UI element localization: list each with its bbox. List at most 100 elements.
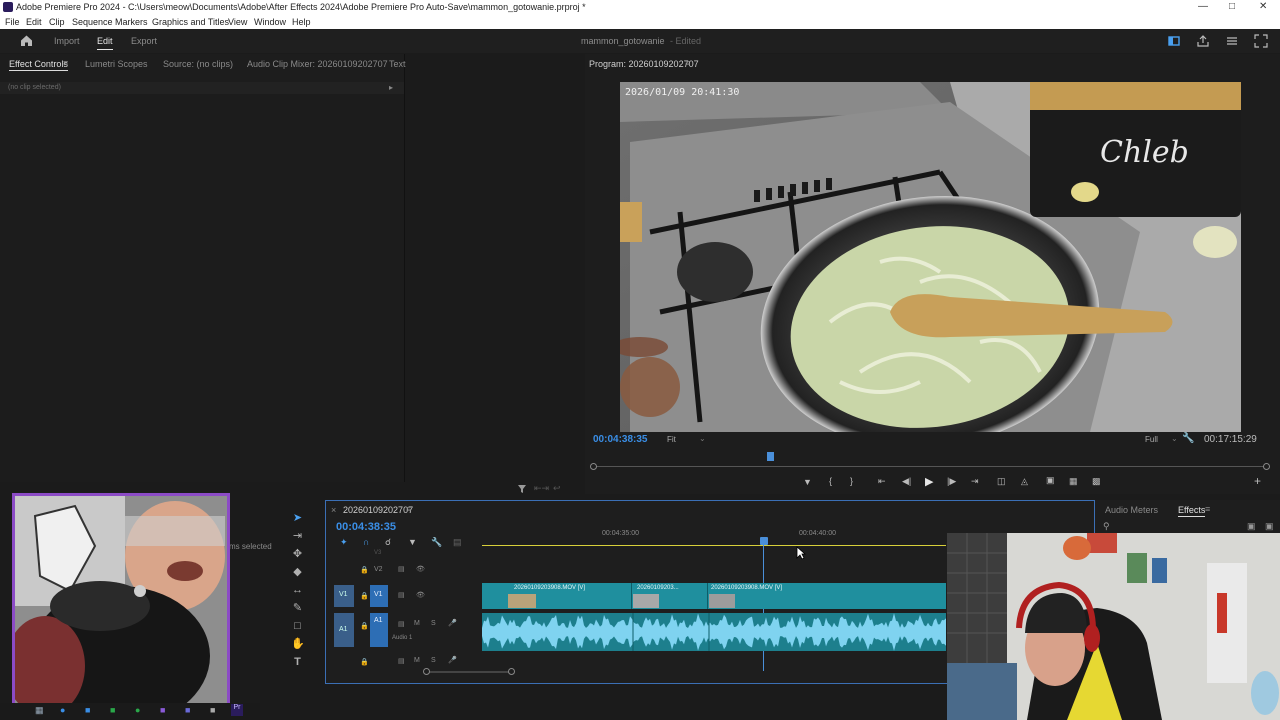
step-forward-icon[interactable]: |▶ — [947, 476, 956, 487]
tab-source[interactable]: Source: (no clips) — [163, 59, 233, 69]
mark-out-icon[interactable]: } — [850, 476, 853, 486]
panel-menu-icon[interactable]: ≡ — [63, 58, 68, 68]
export-frame-icon[interactable]: ▣ — [1046, 475, 1055, 486]
minimize-icon[interactable]: — — [1198, 1, 1208, 12]
resolution-chevron-icon[interactable]: ⌄ — [1171, 434, 1178, 443]
taskbar-app-icon[interactable]: ■ — [110, 705, 115, 715]
comparison-view-icon[interactable]: ▦ — [1069, 476, 1078, 487]
maximize-icon[interactable]: □ — [1229, 1, 1235, 12]
sync-lock-icon[interactable]: ▤ — [398, 565, 405, 573]
go-to-in-icon[interactable]: ⇤ — [878, 476, 886, 487]
hand-tool-icon[interactable]: ✋ — [291, 638, 305, 651]
selection-tool-icon[interactable]: ➤ — [291, 512, 304, 525]
taskbar-app-icon[interactable]: ● — [135, 705, 140, 715]
tab-effect-controls[interactable]: Effect Controls — [9, 59, 68, 71]
menu-window[interactable]: Window — [254, 17, 286, 27]
taskbar-app-icon[interactable]: ■ — [210, 705, 215, 715]
program-playhead[interactable] — [767, 452, 774, 461]
share-icon[interactable] — [1197, 35, 1209, 47]
tab-import[interactable]: Import — [54, 36, 80, 46]
add-marker-timeline-icon[interactable]: ▼ — [408, 537, 417, 547]
menu-edit[interactable]: Edit — [26, 17, 42, 27]
track-a1-target[interactable]: A1 — [370, 613, 388, 647]
menu-markers[interactable]: Markers — [115, 17, 148, 27]
play-audio-icon[interactable]: ⇤⇥ — [534, 483, 549, 494]
captions-icon[interactable]: ▤ — [453, 537, 462, 548]
work-area-bar[interactable] — [482, 545, 946, 546]
solo-button[interactable]: S — [431, 657, 436, 664]
track-select-tool-icon[interactable]: ⇥ — [291, 530, 304, 543]
video-clip[interactable]: 20260109203... — [633, 583, 708, 609]
tab-audio-clip-mixer[interactable]: Audio Clip Mixer: 20260109202707 — [247, 59, 388, 69]
video-clip[interactable]: 20260109203908.MOV [V] — [709, 583, 946, 609]
slip-tool-icon[interactable]: ↔ — [291, 584, 304, 597]
source-patch-a1[interactable]: A1 — [334, 613, 354, 647]
close-icon[interactable]: ✕ — [1259, 1, 1267, 12]
mute-button[interactable]: M — [414, 657, 420, 664]
track-v1-target[interactable]: V1 — [370, 585, 388, 607]
audio-track-a1[interactable] — [482, 613, 946, 651]
taskbar-app-icon[interactable]: ● — [60, 705, 65, 715]
solo-button[interactable]: S — [431, 620, 436, 627]
scrub-track[interactable] — [593, 466, 1267, 467]
scrub-start-handle[interactable] — [590, 463, 597, 470]
timeline-timecode[interactable]: 00:04:38:35 — [336, 521, 396, 533]
new-bin-icon[interactable]: ▣ — [1247, 521, 1256, 532]
lock-icon[interactable]: 🔒 — [360, 566, 369, 574]
new-item-icon[interactable]: ▣ — [1265, 521, 1274, 532]
search-icon[interactable]: ⚲ — [1103, 521, 1110, 532]
eye-icon[interactable]: 👁 — [416, 565, 425, 573]
sequence-menu-icon[interactable]: ≡ — [406, 504, 411, 514]
pen-tool-icon[interactable]: ✎ — [291, 602, 304, 615]
ripple-edit-tool-icon[interactable]: ✥ — [291, 548, 304, 561]
add-marker-icon[interactable]: ▼ — [803, 477, 812, 487]
zoom-chevron-icon[interactable]: ⌄ — [699, 434, 706, 443]
menu-sequence[interactable]: Sequence — [72, 17, 113, 27]
zoom-handle-left[interactable] — [423, 668, 430, 675]
lock-icon[interactable]: 🔒 — [360, 622, 369, 630]
menu-help[interactable]: Help — [292, 17, 311, 27]
sync-lock-icon[interactable]: ▤ — [398, 591, 405, 599]
lock-icon[interactable]: 🔒 — [360, 592, 369, 600]
tab-edit[interactable]: Edit — [97, 36, 113, 50]
linked-selection-icon[interactable]: ☌ — [385, 537, 391, 548]
eye-icon[interactable]: 👁 — [416, 591, 425, 599]
tab-lumetri-scopes[interactable]: Lumetri Scopes — [85, 59, 148, 69]
menu-view[interactable]: View — [228, 17, 247, 27]
type-tool-icon[interactable]: T — [291, 656, 304, 669]
timeline-settings-icon[interactable]: 🔧 — [431, 537, 442, 548]
voiceover-mic-icon[interactable]: 🎤 — [448, 656, 457, 664]
play-icon[interactable]: ▶ — [925, 475, 933, 488]
tab-audio-meters[interactable]: Audio Meters — [1105, 505, 1158, 515]
lift-icon[interactable]: ◫ — [997, 476, 1006, 487]
settings-wrench-icon[interactable]: 🔧 — [1182, 433, 1194, 444]
taskbar-premiere-icon[interactable]: Pr — [231, 704, 243, 716]
expand-arrow-icon[interactable]: ▸ — [389, 83, 393, 92]
video-clip[interactable]: 20260109203908.MOV [V] — [482, 583, 632, 609]
export-frame-icon[interactable]: ↩ — [553, 483, 561, 494]
razor-tool-icon[interactable]: ◆ — [291, 566, 304, 579]
button-editor-icon[interactable]: + — [1254, 474, 1261, 488]
timeline-zoom-scrollbar[interactable] — [426, 671, 512, 673]
timeline-playhead-handle[interactable] — [760, 537, 768, 545]
snap-icon[interactable]: ∩ — [363, 537, 369, 547]
proxy-toggle-icon[interactable]: ▩ — [1092, 476, 1101, 487]
sync-lock-icon[interactable]: ▤ — [398, 620, 405, 628]
zoom-select[interactable]: Fit — [667, 435, 676, 444]
voiceover-mic-icon[interactable]: 🎤 — [448, 619, 457, 627]
rectangle-tool-icon[interactable]: □ — [291, 620, 304, 633]
menu-icon[interactable] — [1226, 35, 1238, 47]
menu-file[interactable]: File — [5, 17, 20, 27]
resolution-select[interactable]: Full — [1145, 435, 1158, 444]
zoom-handle-right[interactable] — [508, 668, 515, 675]
source-patch-v1[interactable]: V1 — [334, 585, 354, 607]
mark-in-icon[interactable]: { — [829, 476, 832, 486]
scrub-end-handle[interactable] — [1263, 463, 1270, 470]
sequence-tab[interactable]: 20260109202707 — [343, 505, 413, 515]
go-to-out-icon[interactable]: ⇥ — [971, 476, 979, 487]
mute-button[interactable]: M — [414, 620, 420, 627]
tab-effects[interactable]: Effects — [1178, 505, 1206, 517]
fullscreen-icon[interactable] — [1254, 34, 1268, 48]
taskbar-app-icon[interactable]: ■ — [185, 705, 190, 715]
extract-icon[interactable]: ◬ — [1021, 476, 1028, 487]
